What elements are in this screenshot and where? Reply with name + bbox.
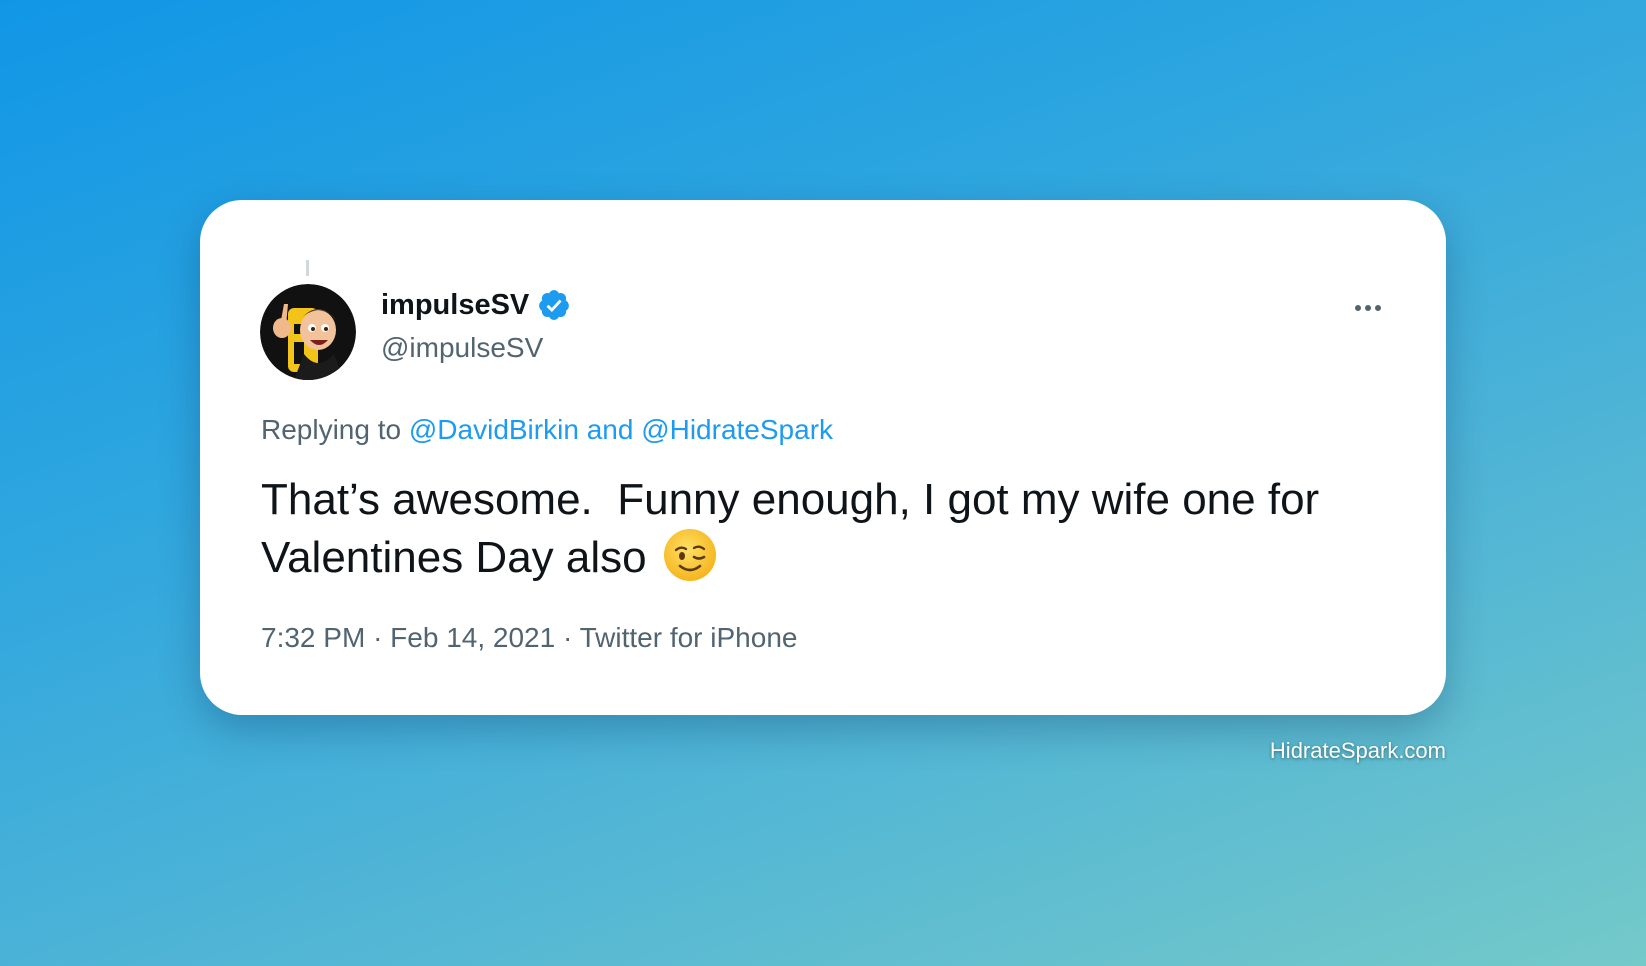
verified-badge-icon	[539, 290, 570, 320]
cartoon-avatar-icon	[260, 284, 356, 380]
meta-separator: ·	[562, 622, 573, 653]
mention-link[interactable]: @HidrateSpark	[641, 414, 833, 445]
tweet-text: That’s awesome. Funny enough, I got my w…	[261, 472, 1401, 586]
tweet-time[interactable]: 7:32 PM	[261, 622, 365, 653]
replying-prefix: Replying to	[261, 414, 402, 445]
more-icon[interactable]	[1346, 296, 1390, 320]
meta-separator: ·	[373, 622, 383, 653]
author-name-row: impulseSV	[381, 288, 571, 322]
mention-joiner[interactable]: and	[587, 414, 634, 445]
tweet-date[interactable]: Feb 14, 2021	[390, 622, 555, 653]
more-dot	[1365, 305, 1371, 311]
watermark: HidrateSpark.com	[1269, 738, 1446, 763]
avatar[interactable]	[260, 284, 356, 380]
tweet-body-text: That’s awesome. Funny enough, I got my w…	[261, 475, 1332, 582]
mention-link[interactable]: @DavidBirkin	[409, 414, 579, 445]
winking-face-icon	[663, 529, 716, 581]
user-handle[interactable]: @impulseSV	[381, 332, 543, 364]
display-name[interactable]: impulseSV	[381, 289, 529, 322]
replying-to-line: Replying to @DavidBirkin and @HidrateSpa…	[261, 414, 833, 446]
more-dot	[1375, 305, 1381, 311]
tweet-card: impulseSV @impulseSV Replying to @DavidB…	[200, 200, 1446, 715]
tweet-source[interactable]: Twitter for iPhone	[580, 622, 798, 653]
tweet-metadata: 7:32 PM · Feb 14, 2021 · Twitter for iPh…	[261, 622, 797, 654]
thread-connector-line	[306, 260, 309, 276]
more-dot	[1355, 305, 1361, 311]
